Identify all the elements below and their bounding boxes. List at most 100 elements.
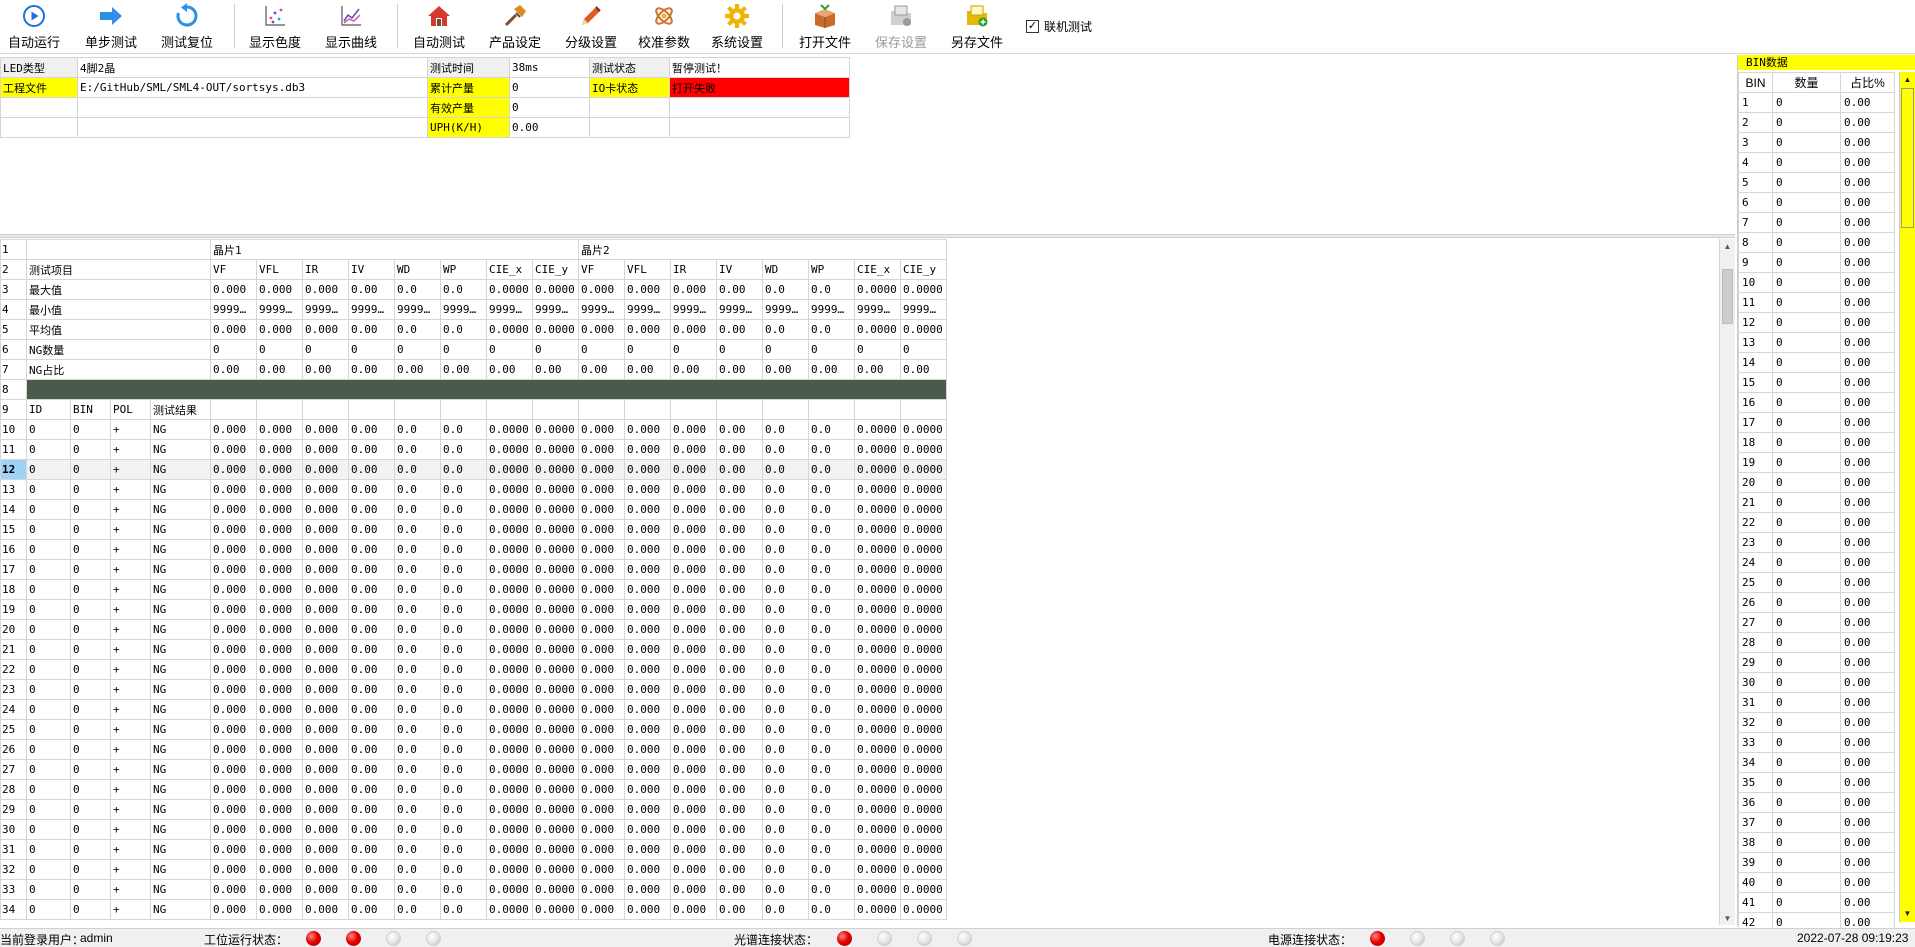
bin-row[interactable]: 35 0 0.00 (1738, 772, 1895, 793)
table-row[interactable]: 31 0 0 + NG 0.000 0.000 0.000 0.00 0.0 0.0 0.0000 0.… (0, 839, 947, 860)
bin-row[interactable]: 37 0 0.00 (1738, 812, 1895, 833)
table-row[interactable]: 28 0 0 + NG 0.000 0.000 0.000 0.00 0.0 0.0 0.0000 0.… (0, 779, 947, 800)
bin-vertical-scrollbar[interactable]: ▲ ▼ (1899, 72, 1915, 922)
bin-row[interactable]: 25 0 0.00 (1738, 572, 1895, 593)
toolbar-button-pencil[interactable]: 分级设置 (557, 0, 625, 52)
table-row[interactable]: 25 0 0 + NG 0.000 0.000 0.000 0.00 0.0 0.0 0.0000 0.… (0, 719, 947, 740)
row-number[interactable]: 22 (0, 659, 27, 680)
toolbar-button-molecule[interactable]: 校准参数 (630, 0, 698, 52)
table-row[interactable]: 12 0 0 + NG 0.000 0.000 0.000 0.00 0.0 0.0 0.0000 0.… (0, 459, 947, 480)
bin-row[interactable]: 39 0 0.00 (1738, 852, 1895, 873)
row-number[interactable]: 31 (0, 839, 27, 860)
table-row[interactable]: 15 0 0 + NG 0.000 0.000 0.000 0.00 0.0 0.0 0.0000 0.… (0, 519, 947, 540)
row-number[interactable]: 23 (0, 679, 27, 700)
online-test-checkbox[interactable]: ✓ 联机测试 (1026, 18, 1092, 35)
row-number[interactable]: 25 (0, 719, 27, 740)
bin-row[interactable]: 16 0 0.00 (1738, 392, 1895, 413)
row-number[interactable]: 10 (0, 419, 27, 440)
row-number[interactable]: 12 (0, 459, 27, 480)
table-row[interactable]: 19 0 0 + NG 0.000 0.000 0.000 0.00 0.0 0.0 0.0000 0.… (0, 599, 947, 620)
row-number[interactable]: 19 (0, 599, 27, 620)
bin-row[interactable]: 22 0 0.00 (1738, 512, 1895, 533)
row-number[interactable]: 1 (0, 239, 27, 260)
bin-row[interactable]: 27 0 0.00 (1738, 612, 1895, 633)
bin-row[interactable]: 36 0 0.00 (1738, 792, 1895, 813)
row-number[interactable]: 15 (0, 519, 27, 540)
table-row[interactable]: 30 0 0 + NG 0.000 0.000 0.000 0.00 0.0 0.0 0.0000 0.… (0, 819, 947, 840)
bin-row[interactable]: 32 0 0.00 (1738, 712, 1895, 733)
table-row[interactable]: 13 0 0 + NG 0.000 0.000 0.000 0.00 0.0 0.0 0.0000 0.… (0, 479, 947, 500)
row-number[interactable]: 24 (0, 699, 27, 720)
bin-row[interactable]: 12 0 0.00 (1738, 312, 1895, 333)
test-data-grid[interactable]: 1 晶片1 晶片2 2 测试项目 VF VFL IR IV WD WP CIE_x CIE_y VF VFL… (0, 239, 1738, 925)
toolbar-button-line-chart[interactable]: 显示曲线 (317, 0, 385, 52)
toolbar-button-home[interactable]: 自动测试 (405, 0, 473, 52)
row-number[interactable]: 9 (0, 399, 27, 420)
table-row[interactable]: 10 0 0 + NG 0.000 0.000 0.000 0.00 0.0 0.0 0.0000 0.… (0, 419, 947, 440)
bin-column-header[interactable]: 占比% (1840, 72, 1895, 93)
grid-vertical-scrollbar[interactable]: ▲ ▼ (1719, 239, 1735, 925)
bin-row[interactable]: 5 0 0.00 (1738, 172, 1895, 193)
bin-row[interactable]: 29 0 0.00 (1738, 652, 1895, 673)
toolbar-button-arrow-right[interactable]: 单步测试 (77, 0, 145, 52)
bin-row[interactable]: 10 0 0.00 (1738, 272, 1895, 293)
row-number[interactable]: 11 (0, 439, 27, 460)
scroll-thumb[interactable] (1901, 88, 1914, 228)
bin-row[interactable]: 24 0 0.00 (1738, 552, 1895, 573)
bin-row[interactable]: 14 0 0.00 (1738, 352, 1895, 373)
scroll-down-arrow-icon[interactable]: ▼ (1900, 906, 1915, 920)
scroll-down-arrow-icon[interactable]: ▼ (1720, 911, 1735, 925)
scroll-thumb[interactable] (1722, 269, 1733, 324)
row-number[interactable]: 2 (0, 259, 27, 280)
bin-row[interactable]: 38 0 0.00 (1738, 832, 1895, 853)
bin-row[interactable]: 9 0 0.00 (1738, 252, 1895, 273)
bin-row[interactable]: 7 0 0.00 (1738, 212, 1895, 233)
row-number[interactable]: 13 (0, 479, 27, 500)
row-number[interactable]: 20 (0, 619, 27, 640)
table-row[interactable]: 33 0 0 + NG 0.000 0.000 0.000 0.00 0.0 0.0 0.0000 0.… (0, 879, 947, 900)
bin-row[interactable]: 3 0 0.00 (1738, 132, 1895, 153)
bin-row[interactable]: 21 0 0.00 (1738, 492, 1895, 513)
row-number[interactable]: 18 (0, 579, 27, 600)
toolbar-button-hammer[interactable]: 产品设定 (481, 0, 549, 52)
bin-row[interactable]: 1 0 0.00 (1738, 92, 1895, 113)
bin-row[interactable]: 28 0 0.00 (1738, 632, 1895, 653)
row-number[interactable]: 33 (0, 879, 27, 900)
row-number[interactable]: 32 (0, 859, 27, 880)
row-number[interactable]: 6 (0, 339, 27, 360)
bin-row[interactable]: 13 0 0.00 (1738, 332, 1895, 353)
bin-row[interactable]: 19 0 0.00 (1738, 452, 1895, 473)
bin-row[interactable]: 4 0 0.00 (1738, 152, 1895, 173)
row-number[interactable]: 8 (0, 379, 27, 400)
table-row[interactable]: 18 0 0 + NG 0.000 0.000 0.000 0.00 0.0 0.0 0.0000 0.… (0, 579, 947, 600)
checkbox-check-icon[interactable]: ✓ (1026, 20, 1039, 33)
bin-column-header[interactable]: 数量 (1772, 72, 1841, 93)
row-number[interactable]: 21 (0, 639, 27, 660)
bin-row[interactable]: 6 0 0.00 (1738, 192, 1895, 213)
bin-row[interactable]: 26 0 0.00 (1738, 592, 1895, 613)
row-number[interactable]: 28 (0, 779, 27, 800)
bin-row[interactable]: 30 0 0.00 (1738, 672, 1895, 693)
bin-row[interactable]: 23 0 0.00 (1738, 532, 1895, 553)
scroll-up-arrow-icon[interactable]: ▲ (1900, 72, 1915, 86)
row-number[interactable]: 16 (0, 539, 27, 560)
table-row[interactable]: 26 0 0 + NG 0.000 0.000 0.000 0.00 0.0 0.0 0.0000 0.… (0, 739, 947, 760)
bin-row[interactable]: 33 0 0.00 (1738, 732, 1895, 753)
table-row[interactable]: 34 0 0 + NG 0.000 0.000 0.000 0.00 0.0 0.0 0.0000 0.… (0, 899, 947, 920)
row-number[interactable]: 3 (0, 279, 27, 300)
scroll-up-arrow-icon[interactable]: ▲ (1720, 239, 1735, 253)
bin-column-header[interactable]: BIN (1738, 72, 1773, 93)
row-number[interactable]: 27 (0, 759, 27, 780)
table-row[interactable]: 32 0 0 + NG 0.000 0.000 0.000 0.00 0.0 0.0 0.0000 0.… (0, 859, 947, 880)
row-number[interactable]: 17 (0, 559, 27, 580)
splitter[interactable] (0, 234, 1735, 238)
table-row[interactable]: 22 0 0 + NG 0.000 0.000 0.000 0.00 0.0 0.0 0.0000 0.… (0, 659, 947, 680)
toolbar-button-scatter-chart[interactable]: 显示色度 (241, 0, 309, 52)
bin-row[interactable]: 8 0 0.00 (1738, 232, 1895, 253)
row-number[interactable]: 4 (0, 299, 27, 320)
row-number[interactable]: 26 (0, 739, 27, 760)
toolbar-button-save-as-folder[interactable]: 另存文件 (943, 0, 1011, 52)
row-number[interactable]: 5 (0, 319, 27, 340)
bin-row[interactable]: 41 0 0.00 (1738, 892, 1895, 913)
row-number[interactable]: 29 (0, 799, 27, 820)
